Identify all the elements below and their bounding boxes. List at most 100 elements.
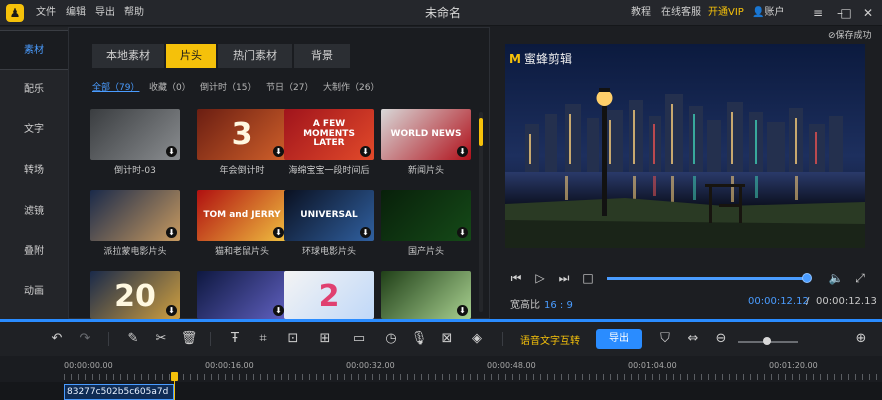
menu-file[interactable]: 文件 xyxy=(36,0,56,26)
menu-edit[interactable]: 编辑 xyxy=(66,0,86,26)
download-icon[interactable]: ⬇ xyxy=(166,146,177,157)
playback-progress-knob[interactable] xyxy=(802,273,812,283)
toolbar-divider xyxy=(108,332,109,346)
template-thumbnail[interactable]: ⬇ xyxy=(90,109,180,160)
speed-icon[interactable]: ◷ xyxy=(382,330,400,348)
menu-help[interactable]: 帮助 xyxy=(124,0,144,26)
template-thumbnail[interactable]: ⬇ xyxy=(197,271,287,319)
template-label: 倒计时-03 xyxy=(114,166,156,176)
menu-icon[interactable]: ≡ xyxy=(808,0,828,26)
current-time: 00:00:12.12 xyxy=(748,296,809,307)
color-fill-icon[interactable]: ◈ xyxy=(468,330,486,348)
aspect-ratio-label: 宽高比 xyxy=(510,300,540,311)
template-thumbnail[interactable]: WORLD NEWS ⬇ xyxy=(381,109,471,160)
transform-icon[interactable]: ⊡ xyxy=(284,330,302,348)
volume-icon[interactable]: 🔈 xyxy=(828,270,844,286)
check-circle-icon: ⊘ xyxy=(828,31,836,41)
close-icon[interactable]: ✕ xyxy=(858,0,878,26)
account-button[interactable]: 👤账户 xyxy=(752,0,784,26)
sidebar-item-transition[interactable]: 转场 xyxy=(0,151,68,191)
aspect-ratio[interactable]: 宽高比 16 : 9 xyxy=(510,296,573,311)
template-thumbnail[interactable]: UNIVERSAL ⬇ xyxy=(284,190,374,241)
zoom-in-icon[interactable]: ⊕ xyxy=(852,330,870,348)
fullscreen-icon[interactable]: ⤢ xyxy=(852,270,868,286)
template-thumbnail[interactable]: ⬇ xyxy=(381,271,471,319)
crop-icon[interactable]: ⌗ xyxy=(254,330,272,348)
stop-icon[interactable]: □ xyxy=(580,270,596,286)
download-icon[interactable]: ⬇ xyxy=(273,305,284,316)
library-scrollbar-thumb[interactable] xyxy=(479,118,483,146)
redo-icon[interactable]: ↷ xyxy=(76,330,94,348)
scissors-icon[interactable]: ✂ xyxy=(152,330,170,348)
menu-export[interactable]: 导出 xyxy=(95,0,115,26)
toolbar-divider xyxy=(210,332,211,346)
sidebar-item-filter[interactable]: 滤镜 xyxy=(0,192,68,232)
mosaic-icon[interactable]: ⊞ xyxy=(316,330,334,348)
timeline-clip[interactable]: 83277c502b5c605a7d xyxy=(64,384,174,400)
aspect-ratio-value: 16 : 9 xyxy=(544,300,573,311)
template-thumbnail[interactable]: ⬇ xyxy=(90,190,180,241)
export-button[interactable]: 导出 xyxy=(596,329,642,349)
previous-frame-icon[interactable]: ⏮ xyxy=(508,270,524,286)
maximize-icon[interactable]: □ xyxy=(836,0,856,26)
download-icon[interactable]: ⬇ xyxy=(166,305,177,316)
total-time: 00:00:12.13 xyxy=(816,296,877,307)
tab-local[interactable]: 本地素材 xyxy=(92,44,164,68)
tutorial-link[interactable]: 教程 xyxy=(631,0,651,26)
play-icon[interactable]: ▷ xyxy=(532,270,548,286)
filter-countdown[interactable]: 倒计时（15） xyxy=(200,80,256,96)
screen-record-icon[interactable]: ⊠ xyxy=(438,330,456,348)
pencil-icon[interactable]: ✎ xyxy=(124,330,142,348)
tab-popular[interactable]: 热门素材 xyxy=(218,44,292,68)
filter-all[interactable]: 全部（79） xyxy=(92,80,139,96)
template-thumbnail[interactable]: TOM and JERRY ⬇ xyxy=(197,190,287,241)
filter-favorite[interactable]: 收藏（0） xyxy=(149,80,191,96)
download-icon[interactable]: ⬇ xyxy=(273,146,284,157)
marker-icon[interactable]: ⛉ xyxy=(656,330,674,348)
template-thumbnail[interactable]: 2 xyxy=(284,271,374,319)
next-frame-icon[interactable]: ⏭ xyxy=(556,270,572,286)
template-label: 海绵宝宝一段时间后 xyxy=(288,166,370,176)
playhead-line xyxy=(174,381,175,400)
download-icon[interactable]: ⬇ xyxy=(166,227,177,238)
template-label: 环球电影片头 xyxy=(301,247,356,257)
watermark-logo-icon: M xyxy=(509,52,521,66)
timeline-zoom-knob[interactable] xyxy=(763,337,771,345)
fit-timeline-icon[interactable]: ⇔ xyxy=(684,330,702,348)
download-icon[interactable]: ⬇ xyxy=(360,227,371,238)
download-icon[interactable]: ⬇ xyxy=(457,305,468,316)
sidebar-item-text[interactable]: 文字 xyxy=(0,110,68,150)
download-icon[interactable]: ⬇ xyxy=(457,146,468,157)
toolbar-divider xyxy=(502,332,503,346)
filter-blockbuster[interactable]: 大制作（26） xyxy=(323,80,379,96)
microphone-icon[interactable]: 🎙 xyxy=(410,330,428,348)
download-icon[interactable]: ⬇ xyxy=(457,227,468,238)
template-thumbnail[interactable]: ⬇ xyxy=(381,190,471,241)
speech-to-text-button[interactable]: 语音文字互转 xyxy=(520,332,580,347)
download-icon[interactable]: ⬇ xyxy=(273,227,284,238)
vip-link[interactable]: 开通VIP xyxy=(708,0,744,26)
sidebar-item-music[interactable]: 配乐 xyxy=(0,70,68,110)
download-icon[interactable]: ⬇ xyxy=(360,146,371,157)
zoom-out-icon[interactable]: ⊖ xyxy=(712,330,730,348)
support-link[interactable]: 在线客服 xyxy=(661,0,701,26)
text-icon[interactable]: Ŧ xyxy=(226,330,244,348)
sidebar-item-overlay[interactable]: 叠附 xyxy=(0,232,68,272)
template-thumbnail[interactable]: A FEW MOMENTS LATER ⬇ xyxy=(284,109,374,160)
sidebar-item-material[interactable]: 素材 xyxy=(0,30,68,70)
preview-video[interactable]: M 蜜蜂剪辑 xyxy=(505,44,865,248)
template-thumbnail[interactable]: 20 ⬇ xyxy=(90,271,180,319)
ruler-label: 00:00:48.00 xyxy=(487,361,536,370)
sidebar-item-animation[interactable]: 动画 xyxy=(0,272,68,312)
template-label: 派拉蒙电影片头 xyxy=(103,247,167,257)
account-label: 账户 xyxy=(764,7,785,18)
frame-icon[interactable]: ▭ xyxy=(350,330,368,348)
save-status: ⊘保存成功 xyxy=(828,28,872,41)
playhead-handle[interactable] xyxy=(171,372,178,381)
undo-icon[interactable]: ↶ xyxy=(48,330,66,348)
trash-icon[interactable]: 🗑 xyxy=(180,330,198,348)
tab-intro[interactable]: 片头 xyxy=(166,44,216,68)
filter-holiday[interactable]: 节日（27） xyxy=(266,80,313,96)
template-thumbnail[interactable]: 3 ⬇ xyxy=(197,109,287,160)
tab-background[interactable]: 背景 xyxy=(294,44,350,68)
